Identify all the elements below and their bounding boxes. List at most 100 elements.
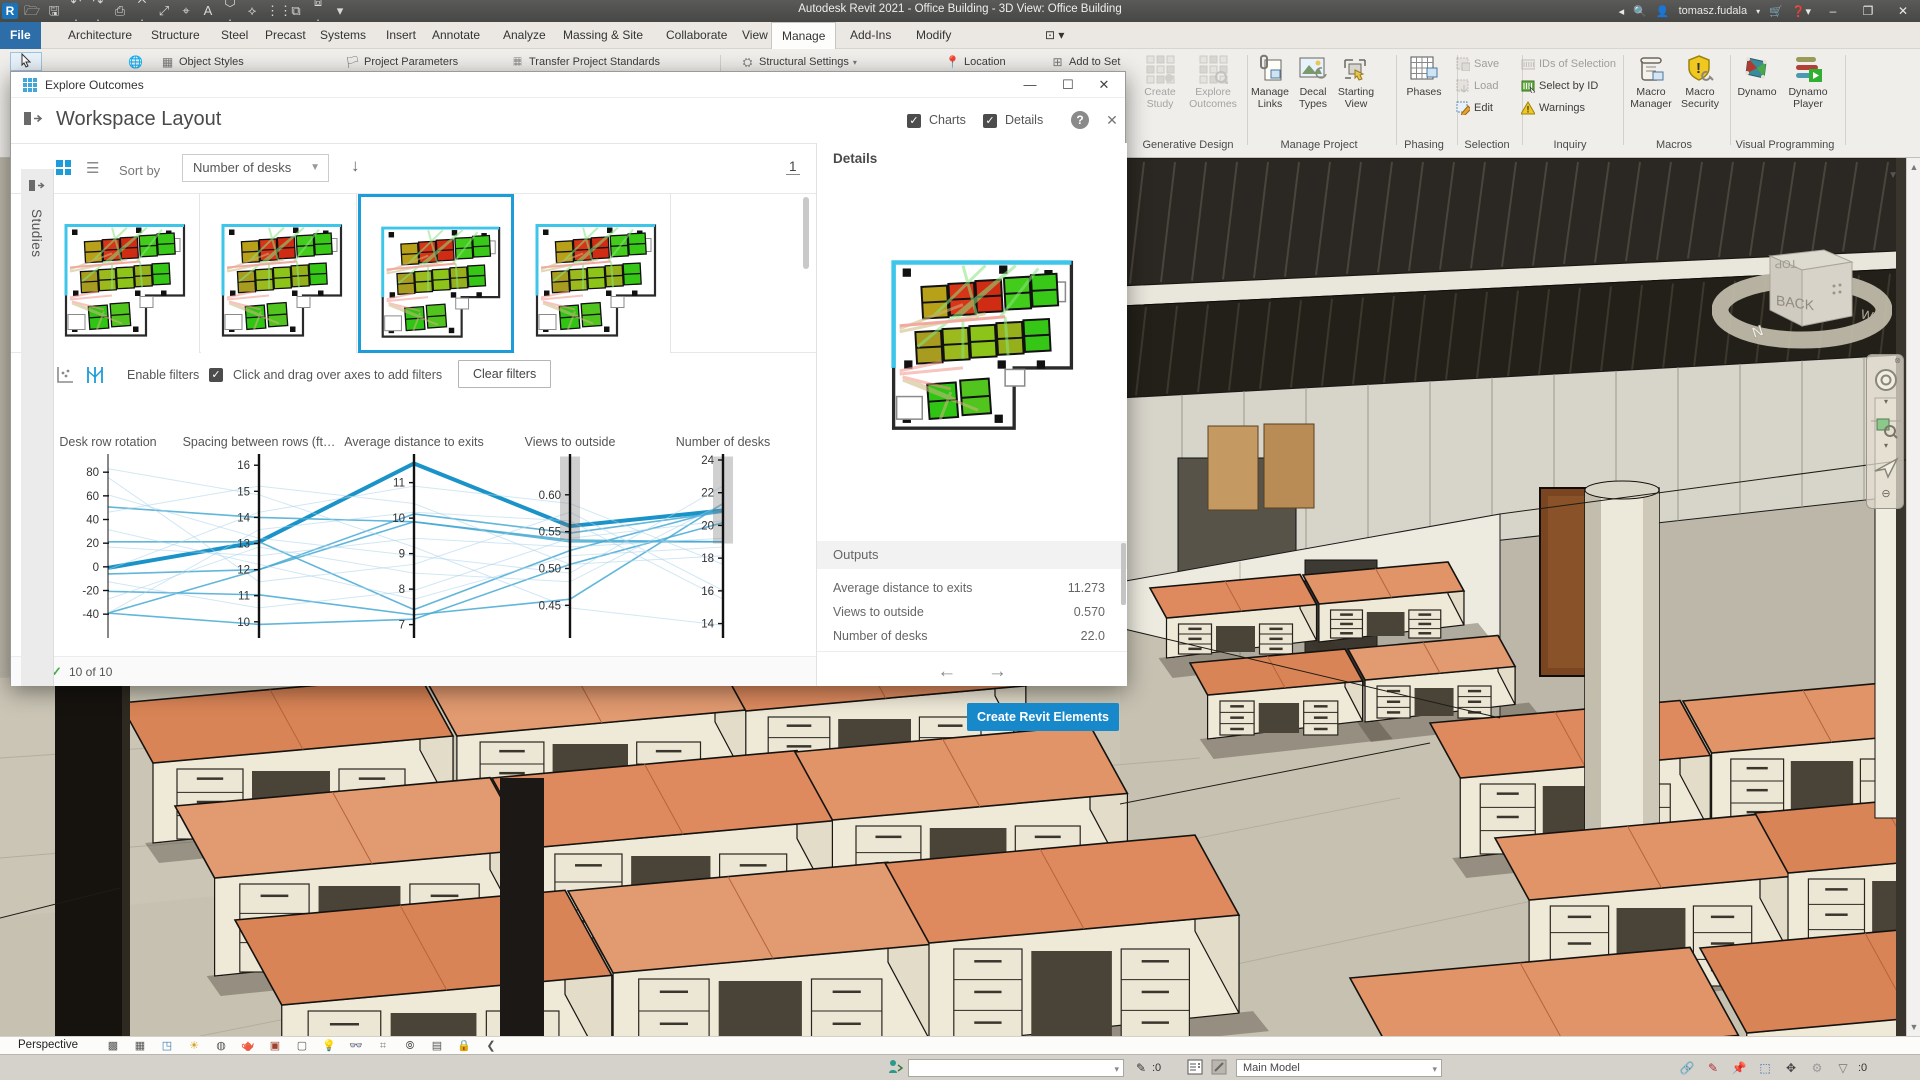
signed-in-user[interactable]: tomasz.fudala — [1679, 5, 1747, 17]
studies-tab-label[interactable]: Studies — [29, 209, 44, 258]
ribbon-button-phases[interactable]: Phases — [1398, 54, 1450, 98]
select-underlay-icon[interactable]: ✎ — [1704, 1059, 1722, 1077]
outcome-thumbnail-4[interactable] — [515, 194, 671, 353]
previous-outcome-button[interactable]: ← — [937, 661, 956, 683]
ribbon-button-structural-settings[interactable]: ⛭ Structural Settings ▾ — [740, 53, 857, 71]
scroll-up-icon[interactable]: ▲ — [1907, 162, 1920, 172]
details-checkbox[interactable]: ✓ — [983, 114, 997, 128]
viewport-scrollbar[interactable]: ▲ ▼ — [1906, 158, 1920, 1036]
grid-view-icon[interactable] — [56, 160, 71, 175]
dialog-title-bar[interactable]: Explore Outcomes — ☐ ✕ — [11, 72, 1125, 98]
ribbon-button-transfer-project-standards[interactable]: 𝄜 Transfer Project Standards — [510, 53, 660, 71]
scatter-plot-icon[interactable] — [55, 365, 75, 385]
wheel-caret-icon[interactable]: ▾ — [1867, 397, 1905, 406]
modify-select-icon[interactable] — [10, 52, 42, 71]
navbar-collapse-icon[interactable]: ⊖ — [1867, 487, 1905, 500]
tab-precast[interactable]: Precast — [255, 22, 316, 49]
tab-analyze[interactable]: Analyze — [493, 22, 556, 49]
ribbon-button-macro-manager[interactable]: Macro Manager — [1625, 54, 1677, 110]
scale-icon[interactable]: ▩ — [104, 1038, 122, 1054]
select-links-icon[interactable]: 🔗 — [1678, 1059, 1696, 1077]
help-icon[interactable]: ❓▾ — [1792, 5, 1811, 18]
close-button[interactable]: ✕ — [1890, 4, 1916, 18]
worksets-icon[interactable] — [1186, 1059, 1204, 1077]
studies-expand-icon[interactable] — [29, 179, 47, 193]
sort-direction-button[interactable]: ↓ — [351, 156, 360, 176]
study-close-icon[interactable]: ✕ — [1103, 111, 1121, 129]
tab-manage[interactable]: Manage — [771, 22, 837, 49]
ribbon-button-save[interactable]: Save — [1456, 55, 1499, 73]
enable-filters-checkbox[interactable]: ✓ — [209, 368, 223, 382]
sort-field-dropdown[interactable]: Number of desks ▼ — [182, 154, 329, 182]
design-options-icon[interactable] — [1210, 1059, 1228, 1077]
materials-button[interactable]: 🌐 — [128, 53, 143, 71]
ribbon-button-load[interactable]: Load — [1456, 77, 1498, 95]
tab-add-ins[interactable]: Add-Ins — [840, 22, 901, 49]
design-option-dropdown[interactable]: Main Model ▾ — [1236, 1059, 1442, 1077]
tab-structure[interactable]: Structure — [141, 22, 210, 49]
create-revit-elements-button[interactable]: Create Revit Elements — [967, 703, 1119, 731]
editable-only-icon[interactable]: ✎ — [1132, 1059, 1150, 1077]
dialog-minimize-button[interactable]: — — [1015, 75, 1045, 95]
parallel-coordinates-icon[interactable] — [85, 365, 105, 385]
crop-view-icon[interactable]: ▣ — [266, 1038, 284, 1054]
ribbon-button-starting-view[interactable]: Starting View — [1330, 54, 1382, 110]
ribbon-button-edit[interactable]: Edit — [1456, 99, 1493, 117]
highlight-sets-icon[interactable]: ⦾ — [401, 1038, 419, 1054]
crop-region-icon[interactable]: ▢ — [293, 1038, 311, 1054]
dialog-help-icon[interactable]: ? — [1071, 111, 1089, 129]
tab-systems[interactable]: Systems — [310, 22, 376, 49]
zoom-region-icon[interactable] — [1867, 415, 1905, 444]
ribbon-button-warnings[interactable]: ! Warnings — [1521, 99, 1585, 117]
charts-checkbox[interactable]: ✓ — [907, 114, 921, 128]
selection-filter-icon[interactable]: ▽ — [1834, 1059, 1852, 1077]
sidebar-collapse-icon[interactable] — [23, 110, 43, 130]
tab-insert[interactable]: Insert — [376, 22, 426, 49]
tab-modify[interactable]: Modify — [906, 22, 961, 49]
tab-collaborate[interactable]: Collaborate — [656, 22, 737, 49]
tab-annotate[interactable]: Annotate — [422, 22, 490, 49]
shadows-icon[interactable]: ◍ — [212, 1038, 230, 1054]
steering-wheel-icon[interactable] — [1867, 367, 1905, 398]
ribbon-minimize-caret-icon[interactable]: ▼ — [1888, 170, 1898, 181]
collapse-icon[interactable]: ❮ — [482, 1038, 500, 1054]
office-desk[interactable] — [883, 834, 1269, 1036]
infocenter-collapse-icon[interactable]: ◂ — [1619, 5, 1625, 18]
ribbon-button-location[interactable]: 📍 Location — [945, 53, 1006, 71]
ribbon-button-project-parameters[interactable]: 🏳 Project Parameters — [345, 53, 458, 71]
thumbnail-scrollbar[interactable] — [803, 197, 809, 269]
details-scrollbar[interactable] — [1121, 543, 1126, 605]
active-workset-dropdown[interactable]: ▾ — [908, 1059, 1124, 1077]
outcome-line[interactable] — [107, 485, 724, 574]
analytical-model-icon[interactable]: ⌗ — [374, 1038, 392, 1054]
ribbon-button-add-to-set[interactable]: ⊞ Add to Set — [1050, 53, 1120, 71]
zoom-caret-icon[interactable]: ▾ — [1867, 441, 1905, 450]
outputs-section-header[interactable]: Outputs — [817, 541, 1127, 569]
view-scale-label[interactable]: Perspective — [18, 1039, 78, 1051]
pan-icon[interactable] — [1867, 453, 1905, 486]
ribbon-button-select-by-id[interactable]: Select by ID — [1521, 77, 1598, 95]
select-pinned-icon[interactable]: 📌 — [1730, 1059, 1748, 1077]
select-by-face-icon[interactable]: ⬚ — [1756, 1059, 1774, 1077]
displacement-icon[interactable]: ▤ — [428, 1038, 446, 1054]
worksharing-icon[interactable] — [886, 1059, 904, 1077]
tab-massing-site[interactable]: Massing & Site — [553, 22, 653, 49]
ribbon-button-macro-security[interactable]: ! Macro Security — [1674, 54, 1726, 110]
visual-style-icon[interactable]: ◳ — [158, 1038, 176, 1054]
modify-toggle-icon[interactable]: ⊡ ▾ — [1035, 22, 1074, 49]
view-cube[interactable]: N W TOP BACK — [1711, 198, 1893, 368]
scroll-down-icon[interactable]: ▼ — [1907, 1022, 1920, 1032]
ribbon-button-explore-outcomes[interactable]: Explore Outcomes — [1187, 54, 1239, 110]
restore-button[interactable]: ❐ — [1855, 4, 1881, 18]
outcome-thumbnail-1[interactable] — [44, 194, 200, 353]
drag-on-selection-icon[interactable]: ✥ — [1782, 1059, 1800, 1077]
reveal-constraints-icon[interactable]: 🔒 — [455, 1038, 473, 1054]
sun-path-icon[interactable]: ☀ — [185, 1038, 203, 1054]
reset-icon[interactable]: ⚙ — [1808, 1059, 1826, 1077]
search-icon[interactable]: 🔍 — [1633, 5, 1647, 18]
outcome-thumbnail-2[interactable] — [201, 194, 357, 353]
outcome-thumbnail-3-selected[interactable] — [358, 194, 514, 353]
ribbon-button-ids-of-selection[interactable]: IDs of Selection — [1521, 55, 1616, 73]
navbar-close-icon[interactable]: ⊗ — [1894, 356, 1901, 365]
dialog-maximize-button[interactable]: ☐ — [1053, 75, 1083, 95]
